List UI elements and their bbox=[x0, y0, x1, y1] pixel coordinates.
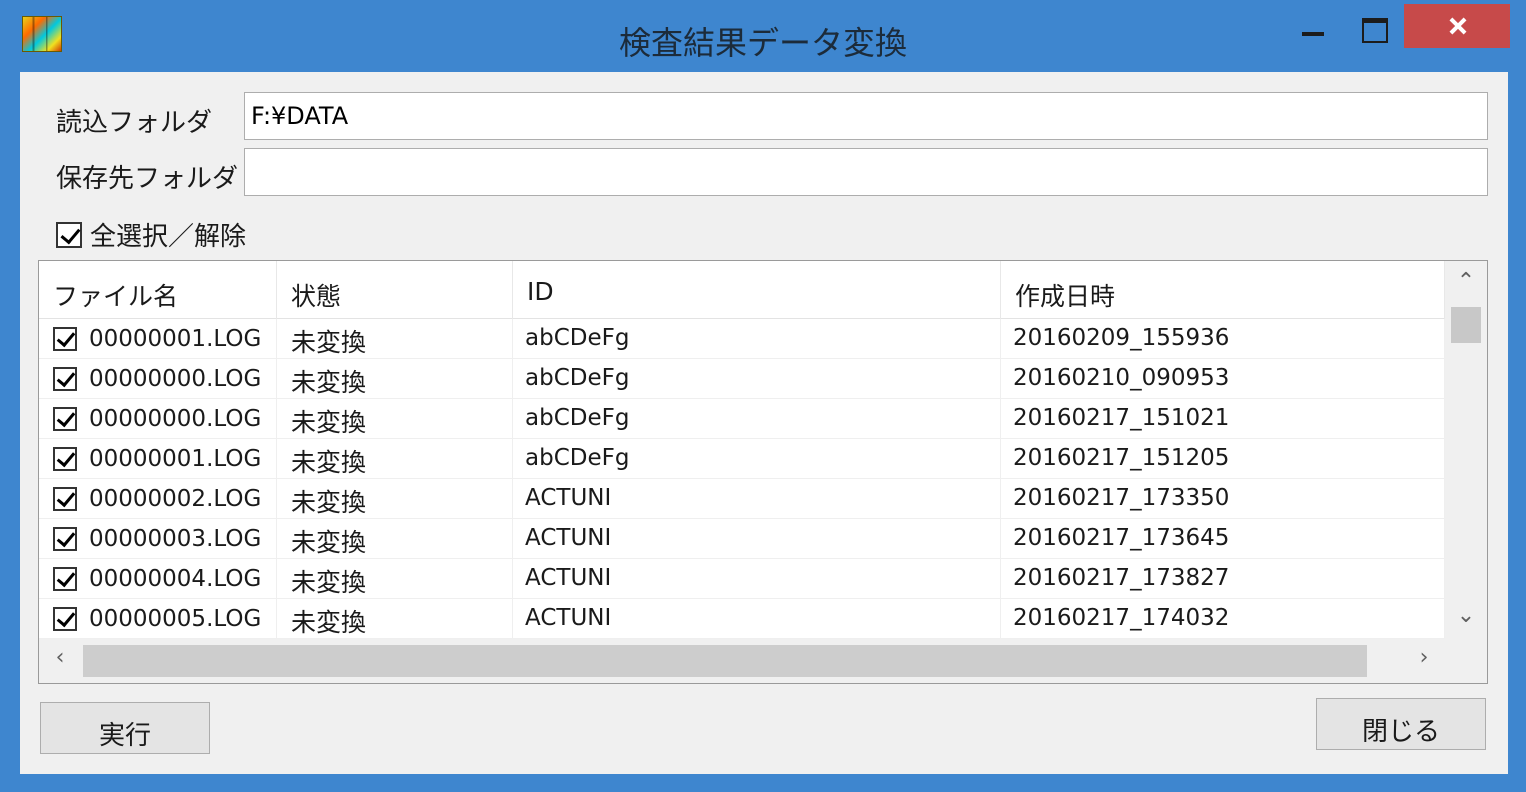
file-state: 未変換 bbox=[277, 359, 513, 399]
file-id: ACTUNI bbox=[513, 519, 1001, 559]
file-name: 00000005.LOG bbox=[89, 606, 262, 632]
vertical-scrollbar[interactable]: ⌃ ⌄ bbox=[1445, 261, 1487, 639]
scroll-left-icon[interactable]: ‹ bbox=[39, 645, 81, 670]
table-row[interactable]: 00000003.LOG 未変換 ACTUNI 20160217_173645 bbox=[39, 519, 1445, 559]
column-header-id[interactable]: ID bbox=[513, 261, 1001, 319]
horizontal-scroll-thumb[interactable] bbox=[83, 645, 1367, 677]
row-checkbox[interactable] bbox=[53, 527, 77, 551]
file-id: ACTUNI bbox=[513, 599, 1001, 639]
row-checkbox[interactable] bbox=[53, 607, 77, 631]
close-button[interactable]: 閉じる bbox=[1316, 698, 1486, 750]
file-created: 20160217_173645 bbox=[1001, 519, 1445, 559]
table-row[interactable]: 00000000.LOG 未変換 abCDeFg 20160217_151021 bbox=[39, 399, 1445, 439]
select-all-checkbox[interactable] bbox=[56, 221, 82, 248]
row-checkbox[interactable] bbox=[53, 367, 77, 391]
maximize-button[interactable] bbox=[1348, 2, 1398, 48]
file-list[interactable]: ファイル名 状態 ID 作成日時 00000001.LOG 未変換 abCDeF… bbox=[38, 260, 1488, 684]
execute-button[interactable]: 実行 bbox=[40, 702, 210, 754]
file-id: abCDeFg bbox=[513, 319, 1001, 359]
list-rows: 00000001.LOG 未変換 abCDeFg 20160209_155936… bbox=[39, 319, 1445, 639]
file-name: 00000000.LOG bbox=[89, 366, 262, 392]
file-state: 未変換 bbox=[277, 399, 513, 439]
file-name: 00000004.LOG bbox=[89, 566, 262, 592]
table-row[interactable]: 00000000.LOG 未変換 abCDeFg 20160210_090953 bbox=[39, 359, 1445, 399]
file-state: 未変換 bbox=[277, 599, 513, 639]
column-header-state[interactable]: 状態 bbox=[277, 261, 513, 319]
file-state: 未変換 bbox=[277, 319, 513, 359]
save-folder-input[interactable] bbox=[244, 148, 1488, 196]
file-created: 20160217_174032 bbox=[1001, 599, 1445, 639]
table-row[interactable]: 00000005.LOG 未変換 ACTUNI 20160217_174032 bbox=[39, 599, 1445, 639]
file-id: ACTUNI bbox=[513, 479, 1001, 519]
file-created: 20160217_151205 bbox=[1001, 439, 1445, 479]
row-checkbox[interactable] bbox=[53, 327, 77, 351]
horizontal-scrollbar[interactable]: ‹ › bbox=[39, 639, 1487, 683]
column-header-created[interactable]: 作成日時 bbox=[1001, 261, 1445, 319]
file-id: abCDeFg bbox=[513, 439, 1001, 479]
row-checkbox[interactable] bbox=[53, 567, 77, 591]
file-name: 00000000.LOG bbox=[89, 406, 262, 432]
row-checkbox[interactable] bbox=[53, 407, 77, 431]
scroll-right-icon[interactable]: › bbox=[1403, 645, 1445, 670]
close-window-button[interactable] bbox=[1404, 4, 1510, 48]
read-folder-input[interactable] bbox=[244, 92, 1488, 140]
column-header-filename[interactable]: ファイル名 bbox=[39, 261, 277, 319]
app-window: 検査結果データ変換 読込フォルダ 保存先フォルダ 全選択／解除 ファイル名 状態… bbox=[0, 0, 1526, 792]
file-created: 20160210_090953 bbox=[1001, 359, 1445, 399]
file-id: ACTUNI bbox=[513, 559, 1001, 599]
file-state: 未変換 bbox=[277, 559, 513, 599]
scroll-up-icon[interactable]: ⌃ bbox=[1445, 269, 1487, 294]
vertical-scroll-thumb[interactable] bbox=[1451, 307, 1481, 343]
row-checkbox[interactable] bbox=[53, 487, 77, 511]
select-all-label: 全選択／解除 bbox=[90, 222, 247, 252]
table-row[interactable]: 00000001.LOG 未変換 abCDeFg 20160217_151205 bbox=[39, 439, 1445, 479]
table-row[interactable]: 00000001.LOG 未変換 abCDeFg 20160209_155936 bbox=[39, 319, 1445, 359]
file-state: 未変換 bbox=[277, 519, 513, 559]
select-all-toggle[interactable]: 全選択／解除 bbox=[56, 216, 246, 253]
file-name: 00000001.LOG bbox=[89, 326, 262, 352]
file-created: 20160217_151021 bbox=[1001, 399, 1445, 439]
list-header: ファイル名 状態 ID 作成日時 bbox=[39, 261, 1445, 319]
file-created: 20160209_155936 bbox=[1001, 319, 1445, 359]
file-name: 00000002.LOG bbox=[89, 486, 262, 512]
table-row[interactable]: 00000002.LOG 未変換 ACTUNI 20160217_173350 bbox=[39, 479, 1445, 519]
file-state: 未変換 bbox=[277, 439, 513, 479]
file-id: abCDeFg bbox=[513, 399, 1001, 439]
file-created: 20160217_173350 bbox=[1001, 479, 1445, 519]
title-bar[interactable]: 検査結果データ変換 bbox=[0, 0, 1526, 72]
file-name: 00000001.LOG bbox=[89, 446, 262, 472]
file-id: abCDeFg bbox=[513, 359, 1001, 399]
read-folder-label: 読込フォルダ bbox=[56, 108, 213, 138]
table-row[interactable]: 00000004.LOG 未変換 ACTUNI 20160217_173827 bbox=[39, 559, 1445, 599]
client-area: 読込フォルダ 保存先フォルダ 全選択／解除 ファイル名 状態 ID 作成日時 0… bbox=[20, 72, 1508, 774]
file-state: 未変換 bbox=[277, 479, 513, 519]
row-checkbox[interactable] bbox=[53, 447, 77, 471]
minimize-button[interactable] bbox=[1288, 2, 1338, 48]
file-created: 20160217_173827 bbox=[1001, 559, 1445, 599]
scroll-down-icon[interactable]: ⌄ bbox=[1445, 603, 1487, 628]
file-name: 00000003.LOG bbox=[89, 526, 262, 552]
save-folder-label: 保存先フォルダ bbox=[56, 164, 239, 194]
